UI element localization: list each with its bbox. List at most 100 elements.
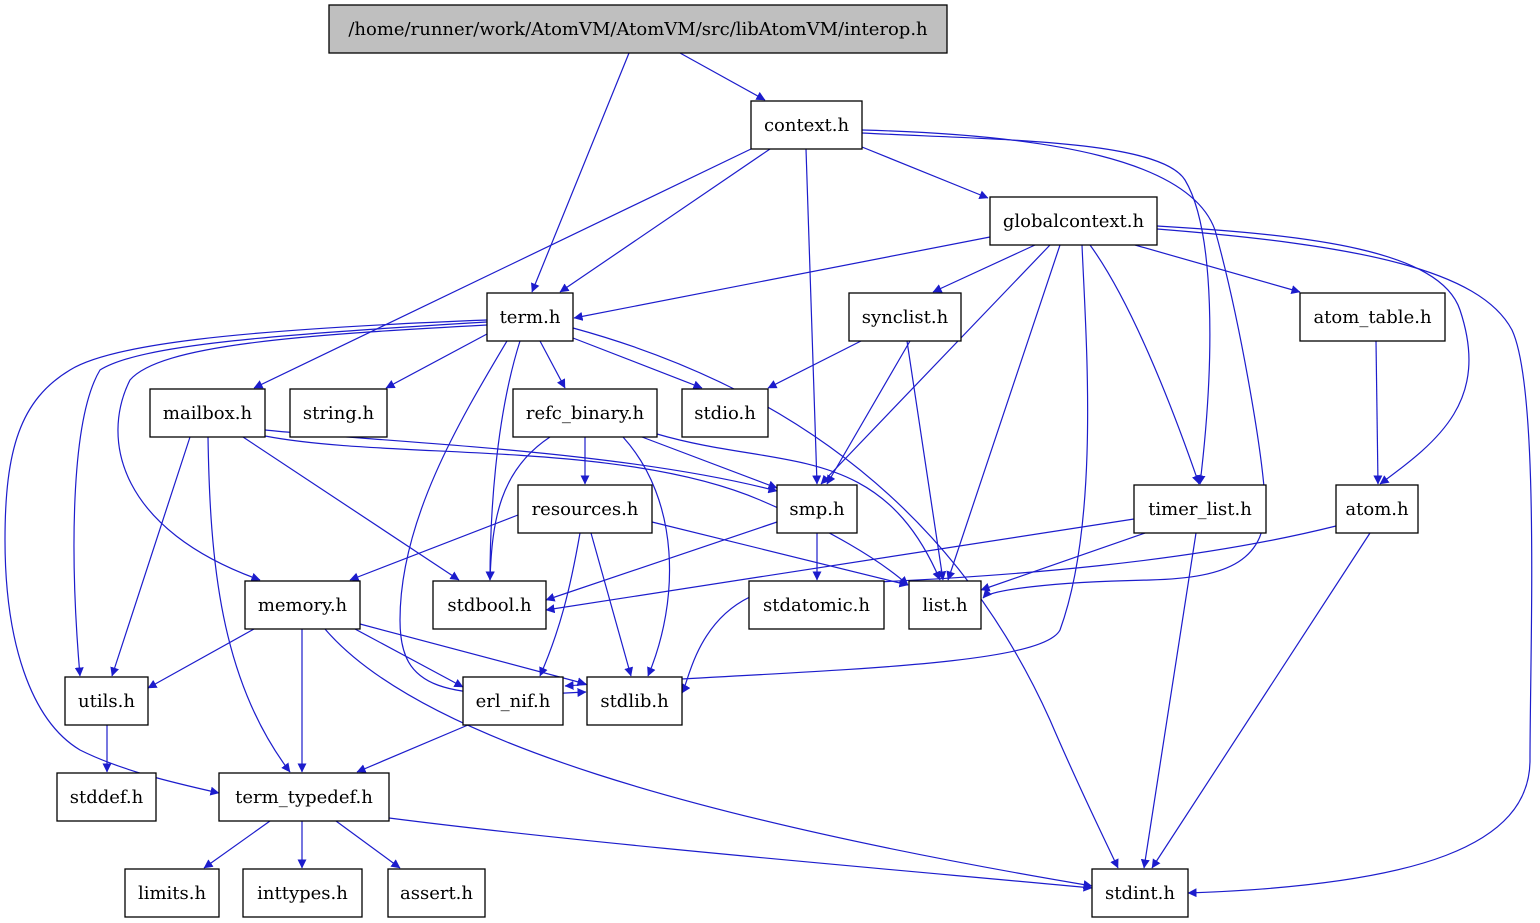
node-label: utils.h — [78, 691, 135, 712]
edge-line — [622, 436, 671, 677]
edge-globalcontext-to-list — [946, 244, 1061, 581]
node-label: assert.h — [400, 883, 473, 904]
node-label: list.h — [922, 595, 968, 616]
node-string[interactable]: string.h — [289, 388, 388, 438]
edge-line — [539, 340, 566, 389]
node-context[interactable]: context.h — [750, 100, 863, 150]
edge-term-to-refc_binary — [539, 340, 566, 389]
edge-context-to-mailbox — [253, 148, 752, 389]
node-label: inttypes.h — [257, 883, 348, 904]
node-inttypes[interactable]: inttypes.h — [242, 868, 363, 918]
node-label: atom_table.h — [1313, 307, 1431, 328]
edge-line — [253, 148, 752, 389]
edge-line — [1151, 532, 1371, 869]
edge-term-to-stdbool — [485, 340, 521, 581]
edge-line — [980, 532, 1146, 592]
node-label: smp.h — [789, 499, 845, 520]
node-stddef[interactable]: stddef.h — [56, 772, 157, 822]
node-atom[interactable]: atom.h — [1335, 484, 1419, 534]
node-stdio[interactable]: stdio.h — [681, 388, 769, 438]
node-stdint[interactable]: stdint.h — [1091, 868, 1189, 918]
edge-line — [1373, 340, 1383, 485]
node-label: stdint.h — [1105, 883, 1175, 904]
edge-line — [932, 244, 1036, 293]
node-interop[interactable]: /home/runner/work/AtomVM/AtomVM/src/libA… — [328, 4, 948, 54]
node-label: memory.h — [258, 595, 348, 616]
edge-line — [820, 244, 1051, 485]
node-stdlib[interactable]: stdlib.h — [586, 676, 683, 726]
node-stdatomic[interactable]: stdatomic.h — [748, 580, 885, 630]
edge-line — [679, 52, 766, 101]
edge-refc_binary-to-stdlib — [622, 436, 671, 677]
edge-line — [572, 337, 703, 390]
node-assert[interactable]: assert.h — [387, 868, 486, 918]
edge-line — [356, 724, 469, 773]
node-refc-binary[interactable]: refc_binary.h — [512, 388, 658, 438]
node-timer-list[interactable]: timer_list.h — [1133, 484, 1267, 534]
node-utils[interactable]: utils.h — [64, 676, 149, 726]
edge-line — [264, 429, 778, 494]
node-resources[interactable]: resources.h — [517, 484, 653, 534]
node-limits[interactable]: limits.h — [124, 868, 220, 918]
node-label: resources.h — [532, 499, 639, 520]
edge-line — [861, 146, 989, 199]
node-synclist[interactable]: synclist.h — [848, 292, 962, 342]
node-label: timer_list.h — [1148, 499, 1252, 520]
edge-line — [1140, 532, 1197, 869]
node-label: synclist.h — [862, 307, 949, 328]
edge-line — [242, 436, 460, 581]
node-term[interactable]: term.h — [486, 292, 574, 342]
edge-term-to-stdio — [572, 337, 703, 390]
node-term-typedef[interactable]: term_typedef.h — [218, 772, 390, 822]
edge-line — [767, 340, 862, 389]
edge-globalcontext-to-smp — [820, 244, 1051, 485]
node-mailbox[interactable]: mailbox.h — [149, 388, 266, 438]
edge-timer_list-to-list — [980, 532, 1146, 592]
node-memory[interactable]: memory.h — [244, 580, 361, 630]
edge-line — [110, 436, 191, 677]
edge-globalcontext-to-atom_table — [1134, 244, 1301, 294]
node-list[interactable]: list.h — [908, 580, 982, 630]
edge-line — [203, 820, 271, 869]
node-label: term_typedef.h — [235, 787, 373, 808]
edge-globalcontext-to-timer_list — [1089, 244, 1201, 485]
edge-mailbox-to-smp — [264, 429, 778, 494]
edge-atom_table-to-atom — [1373, 340, 1383, 485]
node-erl-nif[interactable]: erl_nif.h — [462, 676, 564, 726]
edge-line — [485, 340, 521, 581]
node-label: /home/runner/work/AtomVM/AtomVM/src/libA… — [348, 19, 928, 40]
edge-line — [354, 628, 464, 688]
node-stdbool[interactable]: stdbool.h — [432, 580, 547, 630]
edge-line — [545, 521, 778, 602]
edge-memory-to-erl_nif — [354, 628, 464, 688]
edge-synclist-to-smp — [826, 340, 911, 485]
edge-synclist-to-stdio — [767, 340, 862, 389]
node-label: string.h — [303, 403, 375, 424]
edge-line — [324, 628, 1093, 890]
edge-mailbox-to-utils — [110, 436, 191, 677]
edge-term_typedef-to-limits — [203, 820, 271, 869]
edge-context-to-globalcontext — [861, 146, 989, 199]
edge-line — [147, 628, 255, 689]
edge-memory-to-stdlib — [359, 623, 587, 687]
edge-synclist-to-list — [906, 340, 947, 581]
node-atom-table[interactable]: atom_table.h — [1299, 292, 1446, 342]
node-label: stddef.h — [70, 787, 144, 808]
node-label: stdlib.h — [600, 691, 669, 712]
node-label: mailbox.h — [163, 403, 253, 424]
node-globalcontext[interactable]: globalcontext.h — [989, 196, 1158, 246]
edge-resources-to-stdlib — [590, 532, 634, 677]
node-smp[interactable]: smp.h — [776, 484, 858, 534]
include-graph: /home/runner/work/AtomVM/AtomVM/src/libA… — [4, 4, 1533, 918]
edge-line — [641, 436, 778, 490]
node-label: stdatomic.h — [763, 595, 870, 616]
edge-line — [385, 333, 488, 389]
edge-timer_list-to-stdint — [1140, 532, 1197, 869]
edge-line — [559, 148, 771, 293]
edge-term_typedef-to-stdint — [388, 817, 1093, 892]
edge-atom-to-stdint — [1151, 532, 1371, 869]
edge-line — [388, 817, 1093, 892]
edge-line — [590, 532, 634, 677]
edge-interop-to-term — [531, 52, 630, 293]
node-label: erl_nif.h — [476, 691, 551, 712]
